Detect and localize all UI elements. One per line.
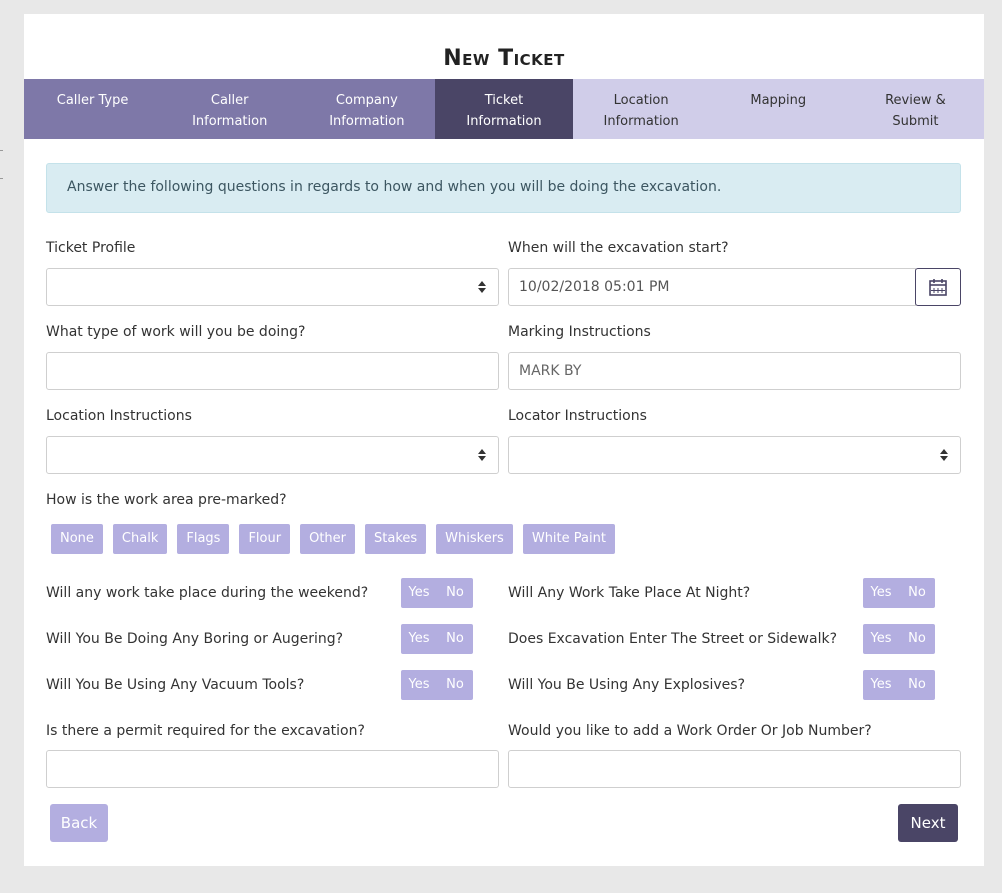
- next-button[interactable]: Next: [898, 804, 958, 842]
- excavation-start-input[interactable]: 10/02/2018 05:01 PM: [508, 268, 916, 306]
- marking-instructions-label: Marking Instructions: [508, 324, 651, 340]
- work-type-label: What type of work will you be doing?: [46, 324, 306, 340]
- vacuum-toggle: Yes No: [401, 670, 473, 700]
- night-question: Will Any Work Take Place At Night?: [508, 585, 751, 601]
- night-no-button[interactable]: No: [899, 578, 935, 608]
- premark-white-paint-button[interactable]: White Paint: [522, 524, 615, 554]
- street-yes-button[interactable]: Yes: [863, 624, 899, 654]
- night-yes-button[interactable]: Yes: [863, 578, 899, 608]
- weekend-toggle: Yes No: [401, 578, 473, 608]
- vacuum-question: Will You Be Using Any Vacuum Tools?: [46, 677, 305, 693]
- explosives-no-button[interactable]: No: [899, 670, 935, 700]
- premark-whiskers-button[interactable]: Whiskers: [436, 524, 513, 554]
- locator-instructions-label: Locator Instructions: [508, 408, 647, 424]
- calendar-button[interactable]: [915, 268, 961, 306]
- vacuum-yes-button[interactable]: Yes: [401, 670, 437, 700]
- location-instructions-label: Location Instructions: [46, 408, 192, 424]
- permit-input[interactable]: [46, 750, 499, 788]
- edge-mark: [0, 178, 3, 179]
- work-type-input[interactable]: [46, 352, 499, 390]
- street-question: Does Excavation Enter The Street or Side…: [508, 631, 838, 647]
- ticket-profile-select[interactable]: [46, 268, 499, 306]
- location-instructions-select[interactable]: [46, 436, 499, 474]
- premark-other-button[interactable]: Other: [300, 524, 356, 554]
- permit-label: Is there a permit required for the excav…: [46, 723, 365, 739]
- premark-stakes-button[interactable]: Stakes: [365, 524, 427, 554]
- premark-flour-button[interactable]: Flour: [239, 524, 291, 554]
- step-caller-information[interactable]: Caller Information: [161, 79, 299, 139]
- premark-chalk-button[interactable]: Chalk: [112, 524, 168, 554]
- calendar-icon: [929, 279, 947, 296]
- page-title: New Ticket: [443, 46, 565, 71]
- boring-question: Will You Be Doing Any Boring or Augering…: [46, 631, 344, 647]
- vacuum-no-button[interactable]: No: [437, 670, 473, 700]
- back-button[interactable]: Back: [50, 804, 108, 842]
- locator-instructions-select[interactable]: [508, 436, 961, 474]
- premark-options: None Chalk Flags Flour Other Stakes Whis…: [51, 524, 615, 554]
- weekend-question: Will any work take place during the week…: [46, 585, 369, 601]
- work-order-label: Would you like to add a Work Order Or Jo…: [508, 723, 872, 739]
- excavation-start-label: When will the excavation start?: [508, 240, 729, 256]
- ticket-card: New Ticket Caller Type Caller Information…: [24, 14, 984, 866]
- marking-instructions-input[interactable]: MARK BY: [508, 352, 961, 390]
- step-mapping[interactable]: Mapping: [709, 79, 847, 139]
- step-location-information[interactable]: Location Information: [572, 79, 710, 139]
- street-toggle: Yes No: [863, 624, 935, 654]
- step-review-submit[interactable]: Review & Submit: [846, 79, 984, 139]
- step-caller-type[interactable]: Caller Type: [24, 79, 162, 139]
- edge-mark: [0, 150, 3, 151]
- street-no-button[interactable]: No: [899, 624, 935, 654]
- night-toggle: Yes No: [863, 578, 935, 608]
- wizard-steps: Caller Type Caller Information Company Inf…: [24, 79, 984, 139]
- explosives-question: Will You Be Using Any Explosives?: [508, 677, 746, 693]
- explosives-yes-button[interactable]: Yes: [863, 670, 899, 700]
- premark-flags-button[interactable]: Flags: [177, 524, 230, 554]
- step-company-information[interactable]: Company Information: [298, 79, 436, 139]
- boring-toggle: Yes No: [401, 624, 473, 654]
- premark-none-button[interactable]: None: [51, 524, 103, 554]
- step-ticket-information[interactable]: Ticket Information: [435, 79, 573, 139]
- explosives-toggle: Yes No: [863, 670, 935, 700]
- boring-no-button[interactable]: No: [437, 624, 473, 654]
- info-alert: Answer the following questions in regard…: [46, 163, 961, 213]
- weekend-no-button[interactable]: No: [437, 578, 473, 608]
- premark-label: How is the work area pre-marked?: [46, 492, 287, 508]
- ticket-profile-label: Ticket Profile: [46, 240, 136, 256]
- work-order-input[interactable]: [508, 750, 961, 788]
- boring-yes-button[interactable]: Yes: [401, 624, 437, 654]
- weekend-yes-button[interactable]: Yes: [401, 578, 437, 608]
